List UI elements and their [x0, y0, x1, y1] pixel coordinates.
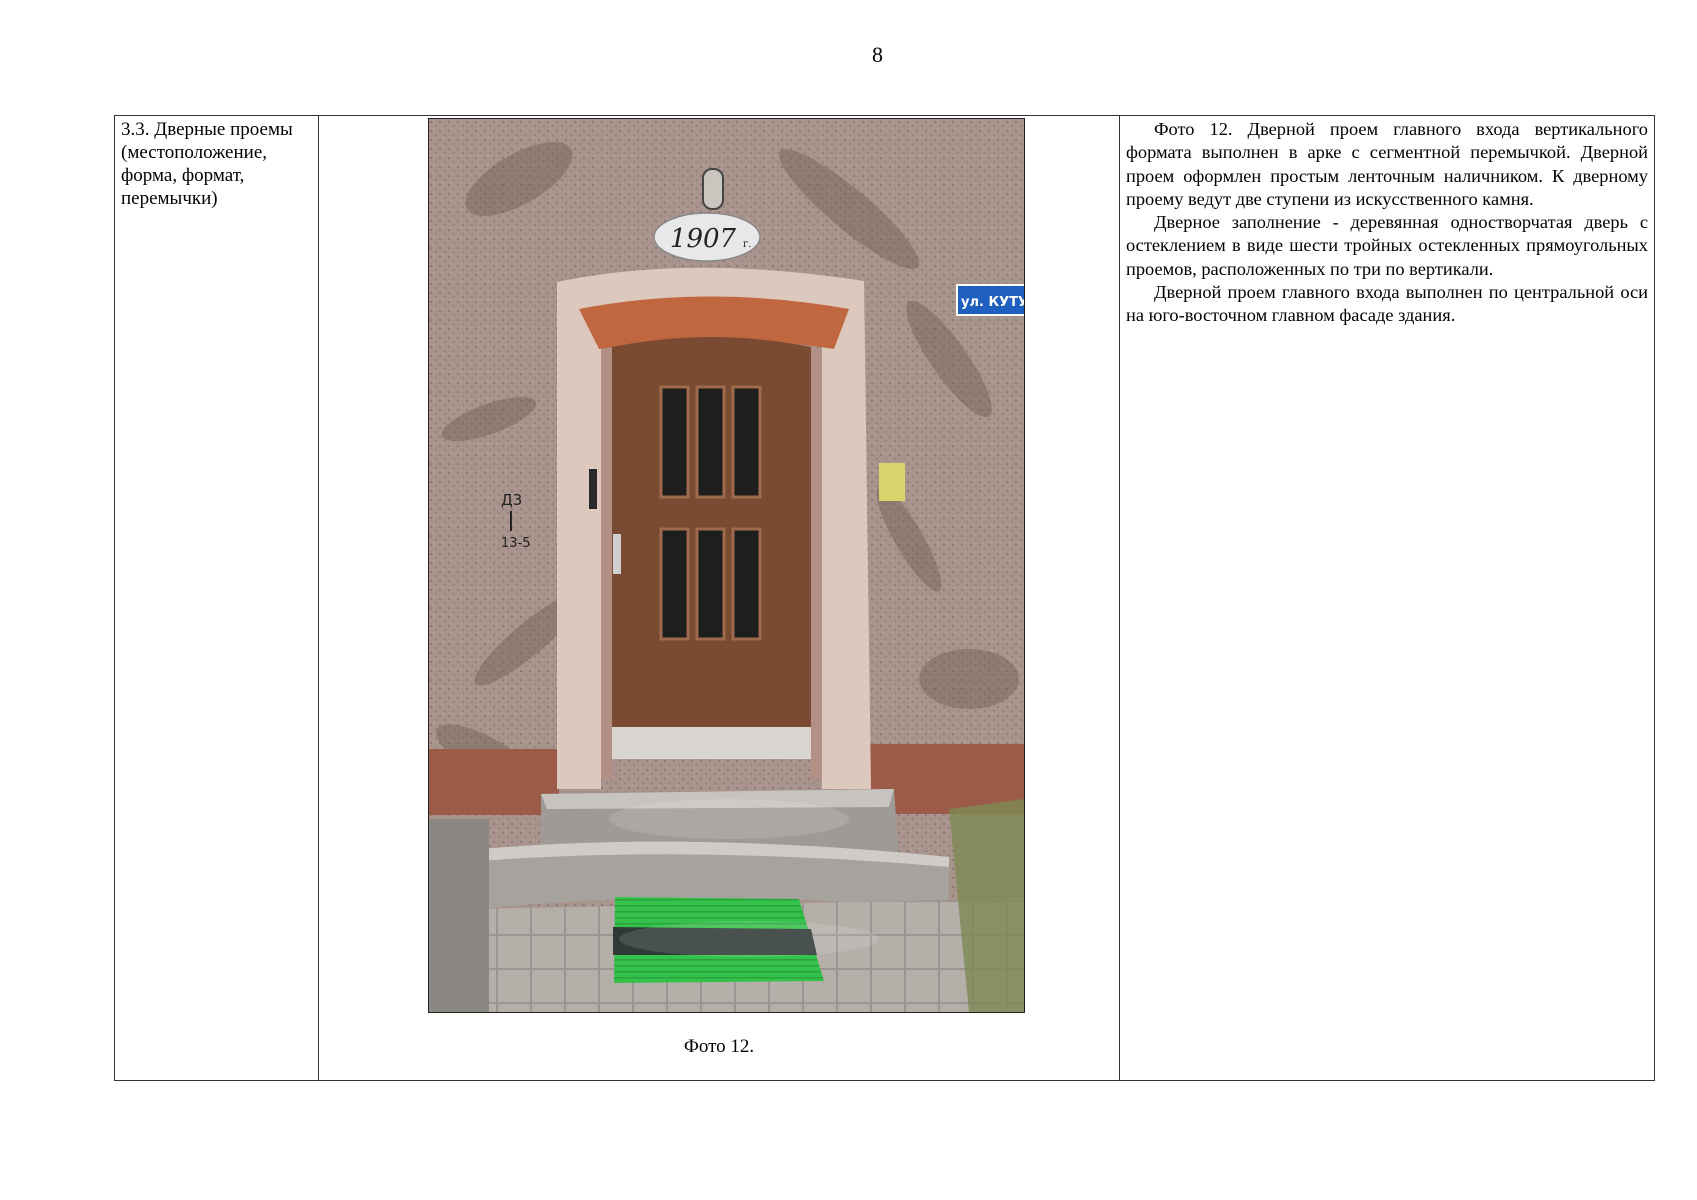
street-sign-text: ул. КУТУЗ — [961, 295, 1024, 310]
description-cell: Фото 12. Дверной проем главного входа ве… — [1119, 115, 1655, 1081]
photo-cell: 1907 г. ул. КУТУЗ Д3 13-5 — [318, 115, 1120, 1081]
door-photo: 1907 г. ул. КУТУЗ Д3 13-5 — [428, 118, 1025, 1013]
page-number: 8 — [872, 42, 883, 67]
description-text: Фото 12. Дверной проем главного входа ве… — [1120, 116, 1654, 328]
photo-caption: Фото 12. — [683, 1036, 755, 1057]
description-paragraph: Фото 12. Дверной проем главного входа ве… — [1126, 119, 1648, 209]
wall-marking-bottom: 13-5 — [501, 536, 531, 551]
label-cell: 3.3. Дверные проемы (местоположение, фор… — [114, 115, 319, 1081]
document-table: 3.3. Дверные проемы (местоположение, фор… — [114, 115, 1655, 1081]
row-label: 3.3. Дверные проемы (местоположение, фор… — [121, 119, 293, 209]
description-paragraph: Дверной проем главного входа выполнен по… — [1126, 282, 1648, 326]
date-plaque-text: 1907 — [670, 224, 737, 254]
table-row: 3.3. Дверные проемы (местоположение, фор… — [114, 115, 1655, 1081]
wall-marking-top: Д3 — [501, 491, 522, 509]
description-paragraph: Дверное заполнение - деревянная одноство… — [1126, 212, 1648, 279]
date-plaque-suffix: г. — [743, 239, 751, 250]
